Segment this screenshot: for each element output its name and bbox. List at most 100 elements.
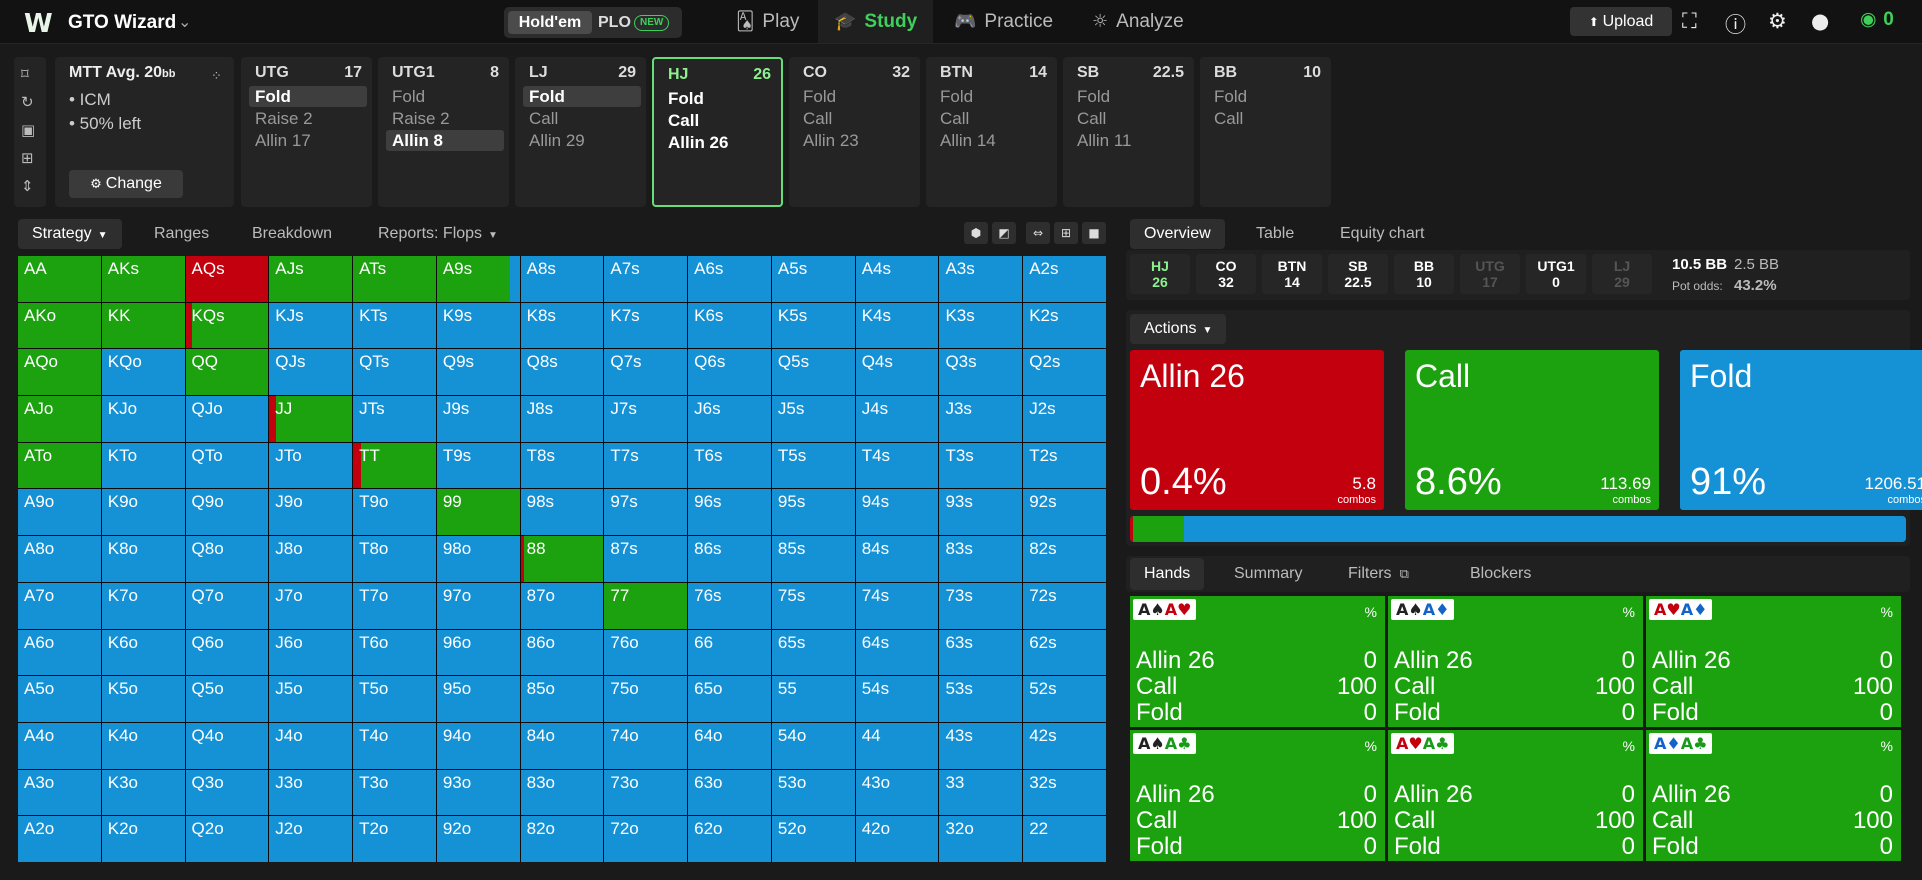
- hand-cell[interactable]: 52s: [1023, 676, 1106, 722]
- action-option[interactable]: Call: [934, 108, 1052, 129]
- tab-ranges[interactable]: Ranges: [140, 219, 223, 249]
- action-option[interactable]: Fold: [934, 86, 1052, 107]
- action-option[interactable]: Call: [797, 108, 915, 129]
- hand-cell[interactable]: 74o: [604, 722, 688, 769]
- hand-cell[interactable]: J4o: [269, 722, 353, 769]
- action-option[interactable]: Allin 8: [386, 130, 504, 151]
- hand-cell[interactable]: 86o: [520, 629, 604, 676]
- hand-cell[interactable]: JJ: [269, 396, 353, 442]
- overview-position-lj[interactable]: LJ 29: [1592, 254, 1652, 294]
- view-compact-icon[interactable]: ⇔: [1026, 222, 1050, 244]
- hand-cell[interactable]: AJo: [18, 396, 101, 442]
- hand-cell[interactable]: AJs: [269, 256, 353, 302]
- hand-cell[interactable]: 92s: [1023, 489, 1106, 536]
- hand-cell[interactable]: 98s: [520, 489, 604, 536]
- position-card-bb[interactable]: BB 10 Fold Call: [1200, 57, 1331, 207]
- hand-cell[interactable]: A9o: [18, 489, 101, 536]
- hand-cell[interactable]: T9o: [353, 489, 436, 536]
- hand-cell[interactable]: K8s: [520, 302, 604, 349]
- hand-cell[interactable]: J7o: [269, 582, 353, 629]
- hand-cell[interactable]: 97s: [604, 489, 688, 536]
- hand-cell[interactable]: KTs: [353, 302, 436, 349]
- hand-cell[interactable]: 93s: [939, 489, 1023, 536]
- history-icon[interactable]: ↻: [21, 93, 34, 111]
- hand-cell[interactable]: T6o: [353, 629, 436, 676]
- tab-reports[interactable]: Reports: Flops ▼: [364, 219, 512, 249]
- hand-cell[interactable]: J4s: [855, 396, 939, 442]
- hand-cell[interactable]: 76o: [604, 629, 688, 676]
- hand-cell[interactable]: 73o: [604, 769, 688, 816]
- action-option[interactable]: Fold: [662, 88, 780, 109]
- hand-cell[interactable]: J3s: [939, 396, 1023, 442]
- hand-combo-cell[interactable]: A♠A♥% Allin 26 0 Call 100 Fold 0: [1130, 596, 1385, 727]
- holdem-toggle[interactable]: Hold'em: [508, 11, 592, 34]
- hand-cell[interactable]: Q3s: [939, 349, 1023, 396]
- hand-cell[interactable]: A9s: [436, 256, 520, 302]
- hand-cell[interactable]: J3o: [269, 769, 353, 816]
- hand-cell[interactable]: Q6s: [688, 349, 771, 396]
- hand-cell[interactable]: J7s: [604, 396, 688, 442]
- hand-cell[interactable]: 84o: [520, 722, 604, 769]
- hand-cell[interactable]: K4s: [855, 302, 939, 349]
- hand-cell[interactable]: QJo: [185, 396, 269, 442]
- hand-cell[interactable]: 77: [604, 582, 688, 629]
- hand-cell[interactable]: Q9s: [436, 349, 520, 396]
- hand-cell[interactable]: AKs: [101, 256, 185, 302]
- hand-cell[interactable]: K9s: [436, 302, 520, 349]
- hand-cell[interactable]: T3s: [939, 442, 1023, 489]
- nav-play[interactable]: 🂡 Play: [720, 0, 815, 43]
- action-option[interactable]: Allin 11: [1071, 130, 1189, 151]
- hand-cell[interactable]: 95s: [771, 489, 855, 536]
- hand-cell[interactable]: 43o: [855, 769, 939, 816]
- hand-cell[interactable]: A7s: [604, 256, 688, 302]
- hand-cell[interactable]: K5o: [101, 676, 185, 722]
- hand-cell[interactable]: 54s: [855, 676, 939, 722]
- hand-cell[interactable]: 33: [939, 769, 1023, 816]
- hand-cell[interactable]: 96o: [436, 629, 520, 676]
- hand-cell[interactable]: A6s: [688, 256, 771, 302]
- hand-cell[interactable]: 64o: [688, 722, 771, 769]
- action-option[interactable]: Fold: [249, 86, 367, 107]
- bookmark-icon[interactable]: ⌑: [21, 65, 29, 83]
- hand-cell[interactable]: QQ: [185, 349, 269, 396]
- hand-cell[interactable]: K7o: [101, 582, 185, 629]
- hand-combo-cell[interactable]: A♥A♦% Allin 26 0 Call 100 Fold 0: [1646, 596, 1901, 727]
- hand-cell[interactable]: 65s: [771, 629, 855, 676]
- overview-position-utg1[interactable]: UTG1 0: [1526, 254, 1586, 294]
- hand-cell[interactable]: T8s: [520, 442, 604, 489]
- hand-cell[interactable]: 66: [688, 629, 771, 676]
- hand-cell[interactable]: K3s: [939, 302, 1023, 349]
- upload-button[interactable]: ⬆ Upload: [1570, 7, 1672, 36]
- hand-cell[interactable]: T5s: [771, 442, 855, 489]
- action-option[interactable]: Call: [1208, 108, 1326, 129]
- tab-breakdown[interactable]: Breakdown: [238, 219, 346, 249]
- action-option[interactable]: Fold: [1208, 86, 1326, 107]
- hand-combo-cell[interactable]: A♥A♣% Allin 26 0 Call 100 Fold 0: [1388, 730, 1643, 861]
- screenshot-icon[interactable]: ⛶: [1682, 9, 1697, 34]
- hand-cell[interactable]: T9s: [436, 442, 520, 489]
- coin-balance[interactable]: ◉ 0: [1860, 8, 1894, 31]
- hand-cell[interactable]: A2s: [1023, 256, 1106, 302]
- hand-cell[interactable]: 85s: [771, 536, 855, 582]
- hand-cell[interactable]: 99: [436, 489, 520, 536]
- hand-cell[interactable]: Q3o: [185, 769, 269, 816]
- hand-cell[interactable]: J9o: [269, 489, 353, 536]
- action-option[interactable]: Allin 17: [249, 130, 367, 151]
- hand-cell[interactable]: A2o: [18, 816, 101, 862]
- hand-cell[interactable]: QTs: [353, 349, 436, 396]
- overview-position-co[interactable]: CO 32: [1196, 254, 1256, 294]
- account-icon[interactable]: ●: [1811, 9, 1829, 33]
- view-split-icon[interactable]: ◩: [992, 222, 1016, 244]
- hand-cell[interactable]: K6s: [688, 302, 771, 349]
- hand-cell[interactable]: 75s: [771, 582, 855, 629]
- hand-cell[interactable]: 97o: [436, 582, 520, 629]
- overview-position-btn[interactable]: BTN 14: [1262, 254, 1322, 294]
- position-card-btn[interactable]: BTN 14 Fold Call Allin 14: [926, 57, 1057, 207]
- hand-cell[interactable]: Q8o: [185, 536, 269, 582]
- view-grid-icon[interactable]: ⊞: [1054, 222, 1078, 244]
- hand-cell[interactable]: AKo: [18, 302, 101, 349]
- hand-cell[interactable]: 88: [520, 536, 604, 582]
- hand-cell[interactable]: T5o: [353, 676, 436, 722]
- hand-cell[interactable]: QTo: [185, 442, 269, 489]
- hand-cell[interactable]: T4s: [855, 442, 939, 489]
